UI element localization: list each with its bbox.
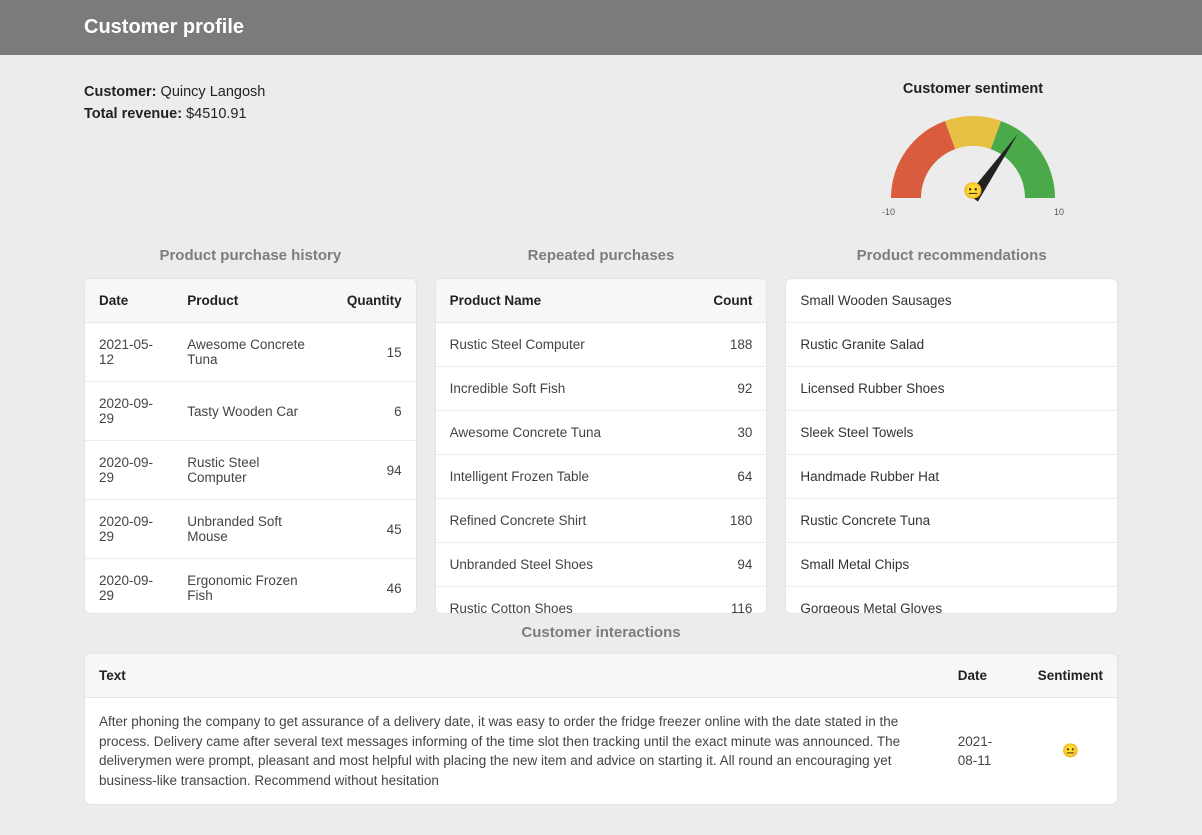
history-panel: Date Product Quantity 2021-05-12Awesome … bbox=[84, 278, 417, 614]
history-cell-qty: 94 bbox=[333, 441, 416, 500]
history-cell-product: Tasty Wooden Car bbox=[173, 382, 333, 441]
history-col-date[interactable]: Date bbox=[85, 279, 173, 323]
history-cell-date: 2020-09-29 bbox=[85, 559, 173, 614]
table-row: 2021-05-12Awesome Concrete Tuna15 bbox=[85, 323, 416, 382]
page-header: Customer profile bbox=[0, 0, 1202, 55]
history-cell-product: Awesome Concrete Tuna bbox=[173, 323, 333, 382]
customer-name-value: Quincy Langosh bbox=[161, 84, 266, 100]
cards-row: Product purchase history Date Product Qu… bbox=[84, 247, 1118, 614]
repeated-cell-count: 30 bbox=[676, 411, 766, 455]
interactions-col-text[interactable]: Text bbox=[85, 654, 944, 698]
recommendations-column: Product recommendations Small Wooden Sau… bbox=[785, 247, 1118, 614]
history-col-product[interactable]: Product bbox=[173, 279, 333, 323]
history-cell-product: Ergonomic Frozen Fish bbox=[173, 559, 333, 614]
history-cell-product: Rustic Steel Computer bbox=[173, 441, 333, 500]
table-row: Refined Concrete Shirt180 bbox=[436, 499, 767, 543]
history-table: Date Product Quantity 2021-05-12Awesome … bbox=[85, 279, 416, 613]
repeated-col-count[interactable]: Count bbox=[676, 279, 766, 323]
customer-summary: Customer: Quincy Langosh Total revenue: … bbox=[84, 81, 265, 126]
interactions-col-sentiment[interactable]: Sentiment bbox=[1024, 654, 1117, 698]
recommendation-item[interactable]: Rustic Concrete Tuna bbox=[786, 499, 1117, 543]
history-cell-date: 2021-05-12 bbox=[85, 323, 173, 382]
repeated-scroll[interactable]: Product Name Count Rustic Steel Computer… bbox=[436, 279, 767, 613]
recommendation-item[interactable]: Small Metal Chips bbox=[786, 543, 1117, 587]
table-row: 2020-09-29Tasty Wooden Car6 bbox=[85, 382, 416, 441]
recommendations-title: Product recommendations bbox=[785, 247, 1118, 264]
sentiment-title: Customer sentiment bbox=[828, 81, 1118, 97]
history-cell-date: 2020-09-29 bbox=[85, 441, 173, 500]
interaction-text: After phoning the company to get assuran… bbox=[85, 698, 944, 805]
repeated-col-name[interactable]: Product Name bbox=[436, 279, 677, 323]
history-scroll[interactable]: Date Product Quantity 2021-05-12Awesome … bbox=[85, 279, 416, 613]
table-row: Unbranded Steel Shoes94 bbox=[436, 543, 767, 587]
repeated-panel: Product Name Count Rustic Steel Computer… bbox=[435, 278, 768, 614]
history-col-qty[interactable]: Quantity bbox=[333, 279, 416, 323]
repeated-cell-count: 92 bbox=[676, 367, 766, 411]
repeated-cell-count: 188 bbox=[676, 323, 766, 367]
recommendation-item[interactable]: Gorgeous Metal Gloves bbox=[786, 587, 1117, 614]
summary-row: Customer: Quincy Langosh Total revenue: … bbox=[84, 81, 1118, 217]
recommendation-item[interactable]: Rustic Granite Salad bbox=[786, 323, 1117, 367]
recommendation-item[interactable]: Small Wooden Sausages bbox=[786, 279, 1117, 323]
recommendation-item[interactable]: Licensed Rubber Shoes bbox=[786, 367, 1117, 411]
repeated-cell-count: 94 bbox=[676, 543, 766, 587]
table-row: 2020-09-29Rustic Steel Computer94 bbox=[85, 441, 416, 500]
history-cell-date: 2020-09-29 bbox=[85, 500, 173, 559]
repeated-cell-name: Rustic Steel Computer bbox=[436, 323, 677, 367]
history-cell-product: Unbranded Soft Mouse bbox=[173, 500, 333, 559]
recommendation-item[interactable]: Handmade Rubber Hat bbox=[786, 455, 1117, 499]
sentiment-face-icon: 😐 bbox=[963, 181, 983, 201]
recommendations-list[interactable]: Small Wooden SausagesRustic Granite Sala… bbox=[785, 278, 1118, 614]
history-cell-qty: 15 bbox=[333, 323, 416, 382]
history-cell-date: 2020-09-29 bbox=[85, 382, 173, 441]
repeated-cell-name: Refined Concrete Shirt bbox=[436, 499, 677, 543]
interactions-table: Text Date Sentiment After phoning the co… bbox=[85, 654, 1117, 804]
total-revenue-label: Total revenue: bbox=[84, 106, 182, 122]
page-content: Customer: Quincy Langosh Total revenue: … bbox=[0, 55, 1202, 835]
table-row: Rustic Steel Computer188 bbox=[436, 323, 767, 367]
table-row: 2020-09-29Ergonomic Frozen Fish46 bbox=[85, 559, 416, 614]
table-row: After phoning the company to get assuran… bbox=[85, 698, 1117, 805]
interactions-title: Customer interactions bbox=[84, 624, 1118, 641]
history-cell-qty: 6 bbox=[333, 382, 416, 441]
page-title: Customer profile bbox=[84, 16, 244, 38]
history-column: Product purchase history Date Product Qu… bbox=[84, 247, 417, 614]
table-row: Awesome Concrete Tuna30 bbox=[436, 411, 767, 455]
history-cell-qty: 45 bbox=[333, 500, 416, 559]
repeated-cell-count: 180 bbox=[676, 499, 766, 543]
repeated-cell-count: 64 bbox=[676, 455, 766, 499]
table-row: 2020-09-29Unbranded Soft Mouse45 bbox=[85, 500, 416, 559]
table-row: Incredible Soft Fish92 bbox=[436, 367, 767, 411]
repeated-cell-name: Intelligent Frozen Table bbox=[436, 455, 677, 499]
repeated-cell-name: Unbranded Steel Shoes bbox=[436, 543, 677, 587]
repeated-column: Repeated purchases Product Name Count Ru… bbox=[435, 247, 768, 614]
sentiment-panel: Customer sentiment 😐 -10 10 bbox=[828, 81, 1118, 217]
repeated-title: Repeated purchases bbox=[435, 247, 768, 264]
total-revenue-value: $4510.91 bbox=[186, 106, 246, 122]
recommendation-item[interactable]: Sleek Steel Towels bbox=[786, 411, 1117, 455]
interaction-date: 2021-08-11 bbox=[944, 698, 1024, 805]
repeated-cell-name: Rustic Cotton Shoes bbox=[436, 587, 677, 614]
interactions-panel: Text Date Sentiment After phoning the co… bbox=[84, 653, 1118, 805]
history-title: Product purchase history bbox=[84, 247, 417, 264]
repeated-cell-name: Awesome Concrete Tuna bbox=[436, 411, 677, 455]
table-row: Rustic Cotton Shoes116 bbox=[436, 587, 767, 614]
interaction-sentiment-icon: 😐 bbox=[1024, 698, 1117, 805]
interactions-col-date[interactable]: Date bbox=[944, 654, 1024, 698]
repeated-cell-name: Incredible Soft Fish bbox=[436, 367, 677, 411]
repeated-cell-count: 116 bbox=[676, 587, 766, 614]
sentiment-gauge: 😐 bbox=[828, 103, 1118, 213]
history-cell-qty: 46 bbox=[333, 559, 416, 614]
repeated-table: Product Name Count Rustic Steel Computer… bbox=[436, 279, 767, 613]
customer-name-label: Customer: bbox=[84, 84, 157, 100]
table-row: Intelligent Frozen Table64 bbox=[436, 455, 767, 499]
